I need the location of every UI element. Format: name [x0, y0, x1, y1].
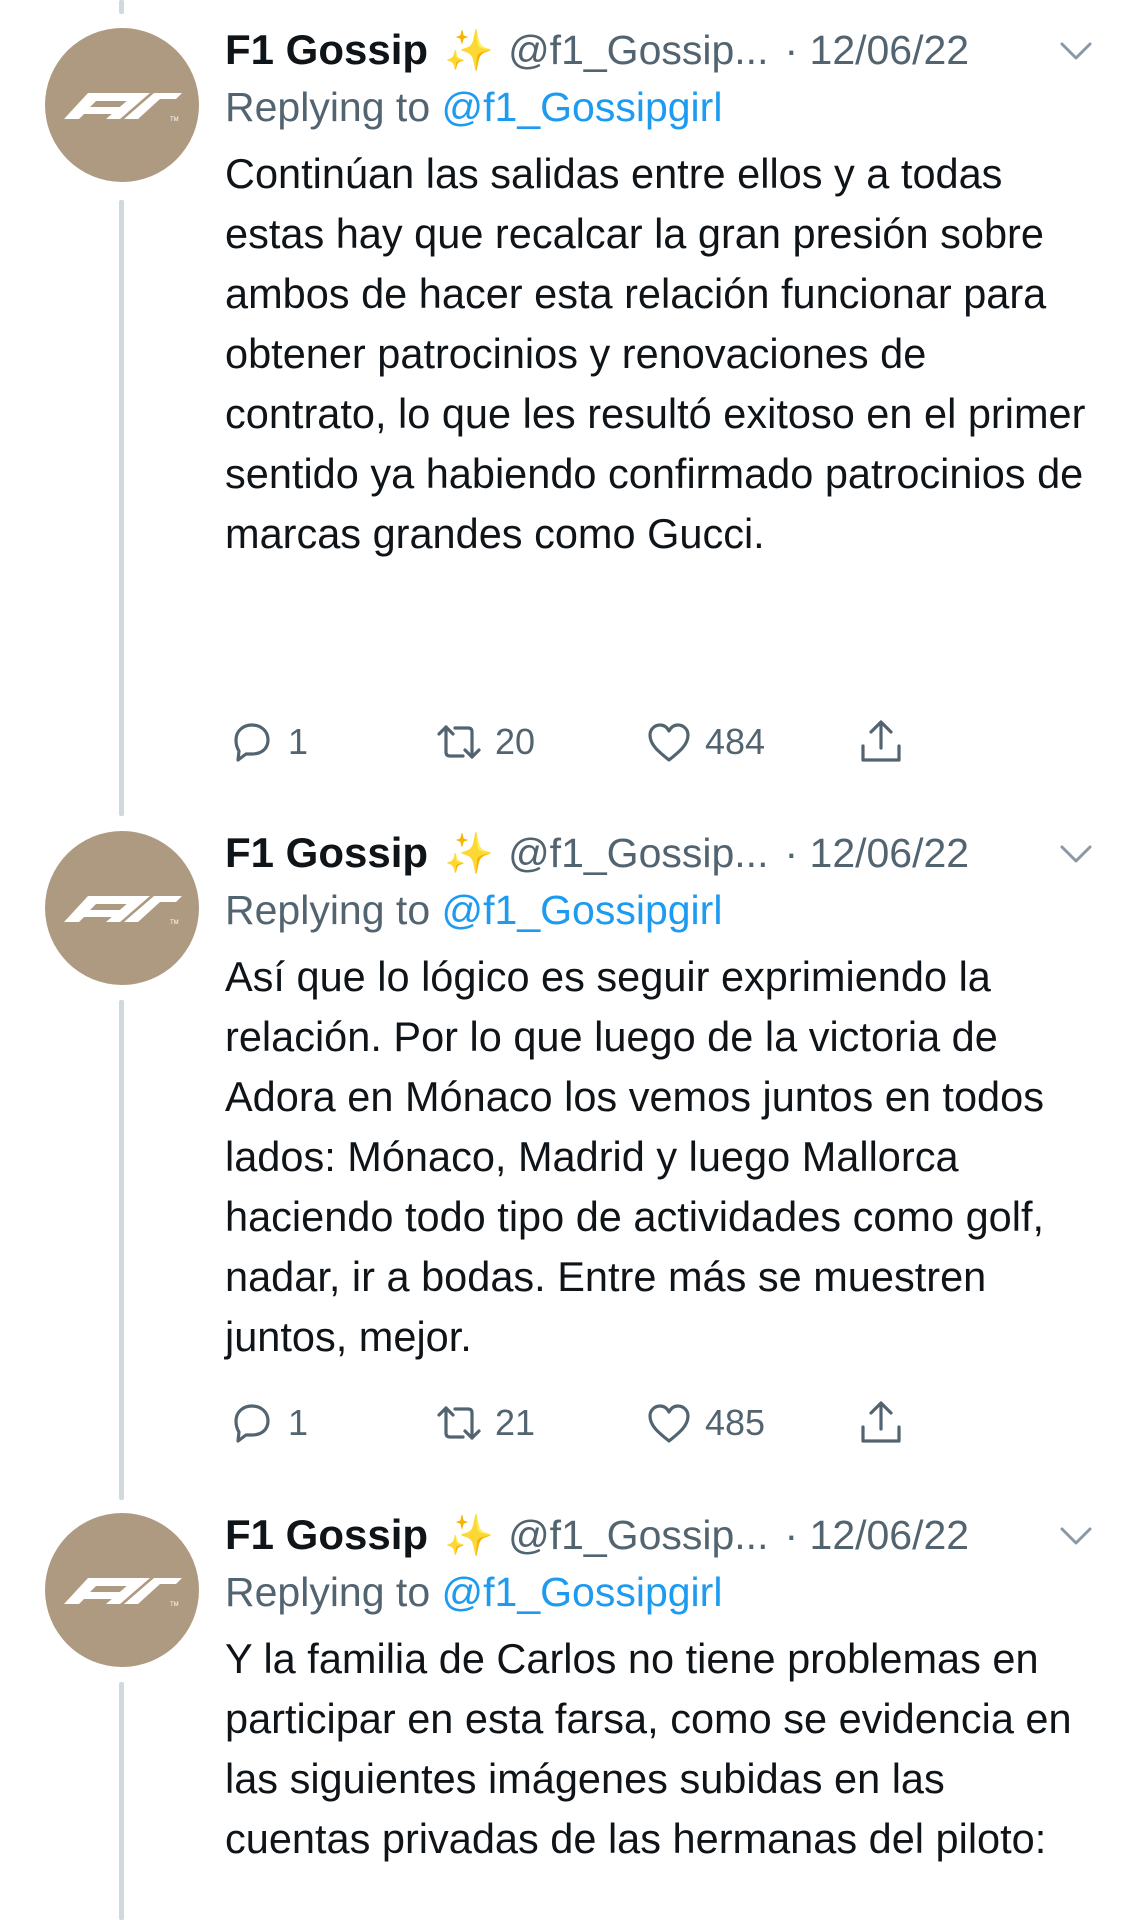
tweet-actions: 1 20 484 [225, 714, 945, 770]
display-name[interactable]: F1 Gossip [225, 829, 428, 877]
heart-icon [648, 723, 690, 762]
retweet-icon [437, 1406, 481, 1440]
tweet[interactable]: TM F1 Gossip ✨ @f1_Gossip... · 12/06/22 … [0, 805, 1136, 1485]
retweet-button[interactable]: 20 [435, 714, 535, 770]
display-name[interactable]: F1 Gossip [225, 26, 428, 74]
user-handle[interactable]: @f1_Gossip... [508, 1512, 768, 1559]
chevron-down-icon[interactable] [1056, 32, 1096, 68]
reply-button[interactable]: 1 [228, 714, 308, 770]
replying-to-line: Replying to @f1_Gossipgirl [225, 881, 1096, 939]
svg-text:TM: TM [170, 117, 179, 123]
retweet-icon [437, 725, 481, 759]
replying-to-mention[interactable]: @f1_Gossipgirl [442, 1569, 723, 1615]
share-icon [861, 1401, 901, 1443]
share-button[interactable] [857, 714, 905, 770]
tweet-date[interactable]: · 12/06/22 [784, 830, 969, 877]
tweet-text: Continúan las salidas entre ellos y a to… [225, 150, 1086, 557]
chevron-down-icon[interactable] [1056, 835, 1096, 871]
replying-to-mention[interactable]: @f1_Gossipgirl [442, 84, 723, 130]
avatar[interactable]: TM [45, 28, 199, 182]
replying-to-label: Replying to [225, 84, 431, 130]
f1-logo-icon: TM [64, 93, 182, 123]
like-button[interactable]: 485 [645, 1395, 765, 1451]
like-button[interactable]: 484 [645, 714, 765, 770]
tweet-text: Y la familia de Carlos no tiene problema… [225, 1635, 1072, 1862]
tweet-header: F1 Gossip ✨ @f1_Gossip... · 12/06/22 [225, 1507, 1096, 1563]
f1-logo-icon: TM [64, 1578, 182, 1608]
like-count: 484 [705, 721, 766, 762]
share-button[interactable] [857, 1395, 905, 1451]
avatar[interactable]: TM [45, 831, 199, 985]
reply-icon [234, 1404, 270, 1443]
avatar[interactable]: TM [45, 1513, 199, 1667]
replying-to-label: Replying to [225, 1569, 431, 1615]
display-name[interactable]: F1 Gossip [225, 1511, 428, 1559]
chevron-down-icon[interactable] [1056, 1517, 1096, 1553]
svg-text:TM: TM [170, 1602, 179, 1608]
sparkle-emoji: ✨ [444, 28, 494, 73]
user-handle[interactable]: @f1_Gossip... [508, 27, 768, 74]
heart-icon [648, 1404, 690, 1443]
retweet-count: 21 [495, 1402, 536, 1443]
f1-logo-icon: TM [64, 896, 182, 926]
like-count: 485 [705, 1402, 766, 1443]
replying-to-line: Replying to @f1_Gossipgirl [225, 1563, 1096, 1621]
replying-to-mention[interactable]: @f1_Gossipgirl [442, 887, 723, 933]
tweet-header: F1 Gossip ✨ @f1_Gossip... · 12/06/22 [225, 22, 1096, 78]
replying-to-line: Replying to @f1_Gossipgirl [225, 78, 1096, 136]
share-icon [861, 720, 901, 762]
reply-count: 1 [288, 1402, 309, 1443]
tweet-actions: 1 21 485 [225, 1395, 945, 1451]
reply-icon [234, 723, 270, 762]
reply-button[interactable]: 1 [228, 1395, 308, 1451]
tweet[interactable]: TM F1 Gossip ✨ @f1_Gossip... · 12/06/22 … [0, 0, 1136, 800]
sparkle-emoji: ✨ [444, 831, 494, 876]
reply-count: 1 [288, 721, 309, 762]
retweet-count: 20 [495, 721, 536, 762]
user-handle[interactable]: @f1_Gossip... [508, 830, 768, 877]
tweet-date[interactable]: · 12/06/22 [784, 27, 969, 74]
tweet-date[interactable]: · 12/06/22 [784, 1512, 969, 1559]
svg-text:TM: TM [170, 920, 179, 926]
retweet-button[interactable]: 21 [435, 1395, 535, 1451]
replying-to-label: Replying to [225, 887, 431, 933]
tweet-header: F1 Gossip ✨ @f1_Gossip... · 12/06/22 [225, 825, 1096, 881]
sparkle-emoji: ✨ [444, 1513, 494, 1558]
tweet[interactable]: TM F1 Gossip ✨ @f1_Gossip... · 12/06/22 … [0, 1487, 1136, 1920]
tweet-text: Así que lo lógico es seguir exprimiendo … [225, 953, 1045, 1360]
